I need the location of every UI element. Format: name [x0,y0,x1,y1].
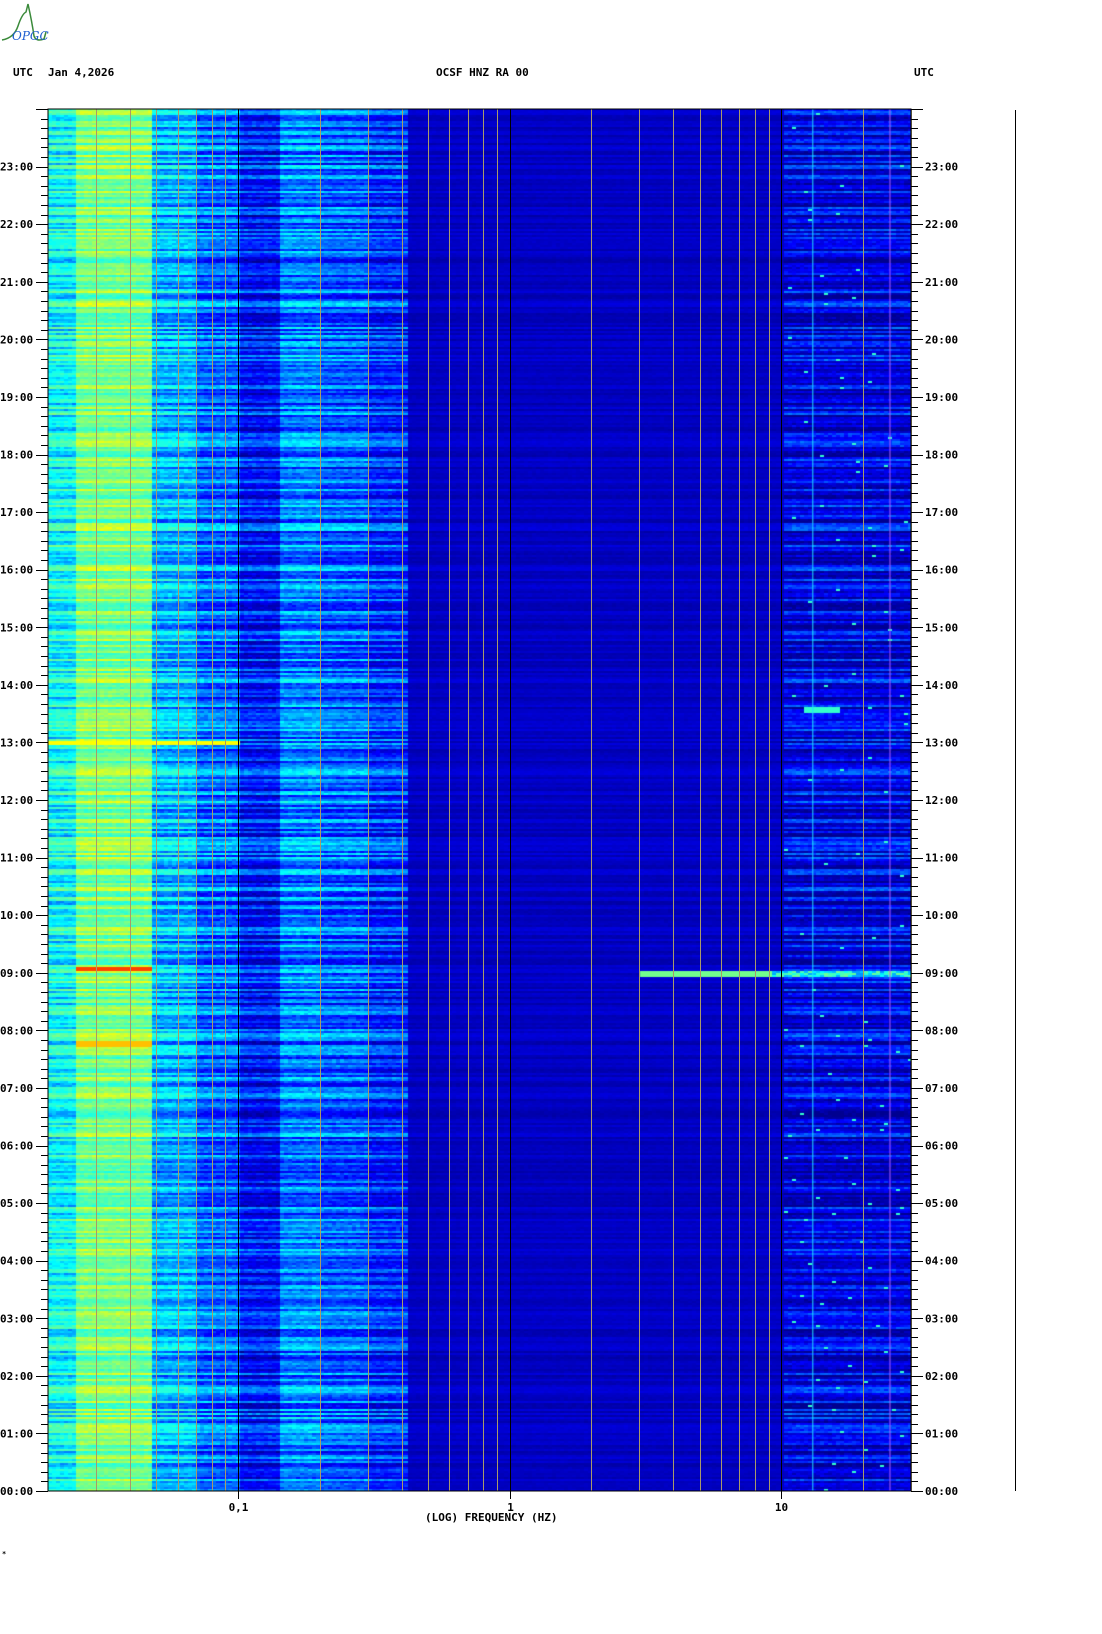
y-tick-label-left: 02:00 [0,1370,33,1383]
y-tick-label-right: 01:00 [925,1427,958,1440]
y-tick-label-left: 06:00 [0,1140,33,1153]
y-tick-label-right: 12:00 [925,794,958,807]
y-tick-label-right: 22:00 [925,218,958,231]
y-tick-label-left: 18:00 [0,449,33,462]
y-tick-label-left: 08:00 [0,1024,33,1037]
y-tick-label-right: 00:00 [925,1485,958,1498]
y-tick-label-left: 23:00 [0,161,33,174]
y-tick-label-right: 02:00 [925,1370,958,1383]
y-tick-label-left: 16:00 [0,564,33,577]
y-tick-label-right: 23:00 [925,161,958,174]
y-tick-label-right: 16:00 [925,564,958,577]
y-tick-label-right: 13:00 [925,736,958,749]
y-tick-label-right: 04:00 [925,1255,958,1268]
y-tick-label-right: 11:00 [925,852,958,865]
y-tick-label-left: 21:00 [0,276,33,289]
y-tick-label-right: 03:00 [925,1312,958,1325]
x-axis-label: (LOG) FREQUENCY (HZ) [425,1511,558,1524]
y-tick-label-left: 01:00 [0,1427,33,1440]
y-tick-label-left: 12:00 [0,794,33,807]
x-tick-label: 10 [775,1501,788,1514]
y-tick-label-right: 18:00 [925,449,958,462]
y-tick-label-left: 10:00 [0,909,33,922]
y-tick-label-left: 14:00 [0,679,33,692]
y-tick-label-left: 17:00 [0,506,33,519]
y-tick-label-right: 09:00 [925,967,958,980]
y-tick-label-left: 19:00 [0,391,33,404]
y-tick-label-right: 21:00 [925,276,958,289]
y-tick-label-right: 19:00 [925,391,958,404]
y-tick-label-right: 10:00 [925,909,958,922]
y-tick-label-left: 03:00 [0,1312,33,1325]
y-tick-label-left: 15:00 [0,621,33,634]
y-tick-label-right: 15:00 [925,621,958,634]
x-tick-label: 0,1 [229,1501,249,1514]
y-tick-label-right: 08:00 [925,1024,958,1037]
chart-axes: 0,1 1 1000:00 00:0001:00 01:0002:00 02:0003:0… [0,108,958,1514]
y-tick-label-right: 07:00 [925,1082,958,1095]
y-tick-label-left: 04:00 [0,1255,33,1268]
y-tick-label-right: 06:00 [925,1140,958,1153]
y-tick-label-right: 17:00 [925,506,958,519]
y-tick-label-left: 20:00 [0,333,33,346]
y-tick-label-left: 07:00 [0,1082,33,1095]
y-tick-label-left: 09:00 [0,967,33,980]
y-tick-label-left: 13:00 [0,736,33,749]
y-tick-label-left: 05:00 [0,1197,33,1210]
y-tick-label-right: 05:00 [925,1197,958,1210]
y-tick-label-right: 20:00 [925,333,958,346]
right-border-line [1015,110,1016,1491]
y-tick-label-left: 22:00 [0,218,33,231]
y-tick-label-right: 14:00 [925,679,958,692]
footer-mark: * [2,1550,7,1558]
y-tick-label-left: 00:00 [0,1485,33,1498]
y-tick-label-left: 11:00 [0,852,33,865]
